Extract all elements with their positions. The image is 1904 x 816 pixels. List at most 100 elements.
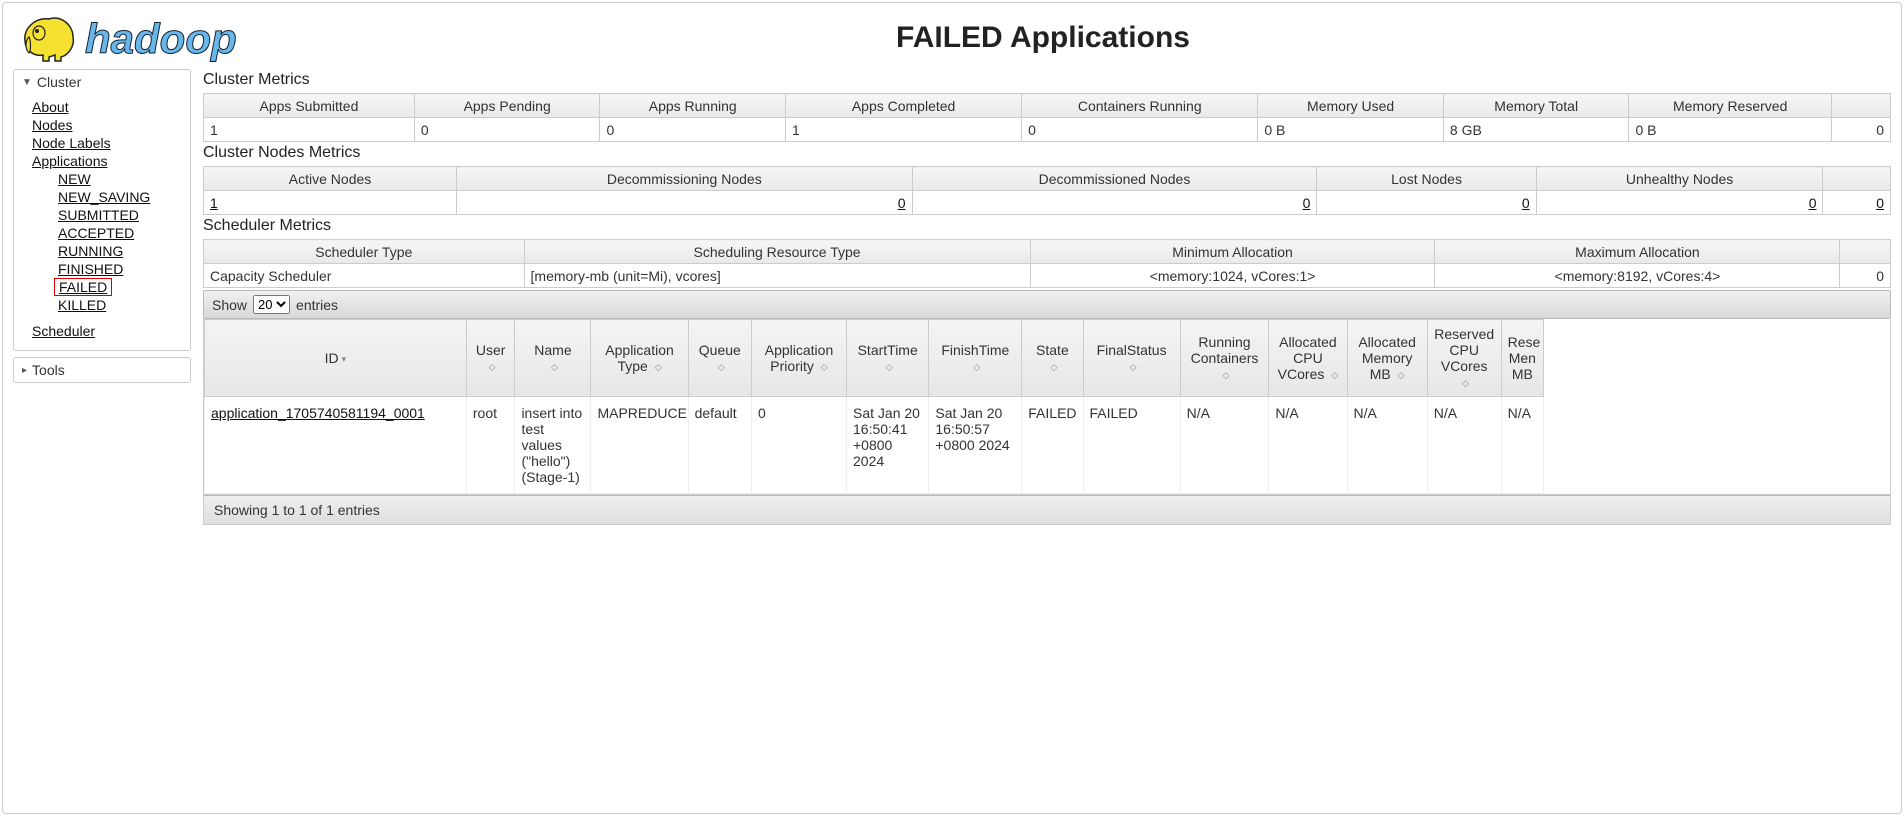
cm-v-completed: 1 — [786, 118, 1022, 142]
cm-v-submitted: 1 — [204, 118, 415, 142]
nm-v-decomming[interactable]: 0 — [898, 195, 906, 211]
apps-h-fstatus[interactable]: FinalStatus◇ — [1083, 320, 1180, 397]
cm-v-running: 0 — [600, 118, 786, 142]
cm-h-memreserved: Memory Reserved — [1629, 94, 1831, 118]
cm-h-pending: Apps Pending — [414, 94, 600, 118]
sort-icon: ◇ — [655, 363, 662, 372]
cm-h-memused: Memory Used — [1258, 94, 1444, 118]
sort-icon: ◇ — [551, 363, 558, 372]
sidebar-tools-panel: ▸ Tools — [13, 357, 191, 383]
sort-icon: ◇ — [1462, 379, 1469, 388]
apps-h-priority[interactable]: Application Priority ◇ — [751, 320, 846, 397]
app-finalstatus: FAILED — [1083, 397, 1180, 494]
nav-state-running[interactable]: RUNNING — [58, 242, 186, 260]
sort-icon: ◇ — [821, 363, 828, 372]
sidebar-cluster-title: Cluster — [37, 74, 81, 90]
cm-h-submitted: Apps Submitted — [204, 94, 415, 118]
sort-icon: ◇ — [1398, 371, 1405, 380]
sm-v-type: Capacity Scheduler — [204, 264, 525, 288]
dt-show-label: Show — [212, 297, 247, 313]
sort-icon: ◇ — [886, 363, 893, 372]
sm-v-extra: 0 — [1840, 264, 1891, 288]
sidebar-tools-title: Tools — [32, 362, 65, 378]
app-rcpu: N/A — [1427, 397, 1501, 494]
app-priority: 0 — [751, 397, 846, 494]
apps-h-finish[interactable]: FinishTime◇ — [929, 320, 1022, 397]
sm-h-extra — [1840, 240, 1891, 264]
apps-h-state[interactable]: State◇ — [1022, 320, 1083, 397]
nav-scheduler[interactable]: Scheduler — [32, 322, 95, 340]
sched-metrics-table: Scheduler Type Scheduling Resource Type … — [203, 239, 1891, 288]
cm-v-extra: 0 — [1831, 118, 1890, 142]
sidebar-cluster-header[interactable]: ▼ Cluster — [14, 70, 190, 94]
app-id-link[interactable]: application_1705740581194_0001 — [211, 405, 425, 421]
cm-v-memtotal: 8 GB — [1443, 118, 1629, 142]
table-row: 1 0 0 1 0 0 B 8 GB 0 B 0 — [204, 118, 1891, 142]
apps-h-rcpu[interactable]: Reserved CPU VCores◇ — [1427, 320, 1501, 397]
nav-state-accepted[interactable]: ACCEPTED — [58, 224, 186, 242]
sm-v-restype: [memory-mb (unit=Mi), vcores] — [524, 264, 1030, 288]
cm-h-running: Apps Running — [600, 94, 786, 118]
table-row: Capacity Scheduler [memory-mb (unit=Mi),… — [204, 264, 1891, 288]
apps-h-user[interactable]: User◇ — [466, 320, 515, 397]
nav-nodes[interactable]: Nodes — [32, 116, 186, 134]
app-mem: N/A — [1347, 397, 1427, 494]
sm-h-type: Scheduler Type — [204, 240, 525, 264]
dt-length-select[interactable]: 20 — [253, 295, 290, 314]
apps-h-mem[interactable]: Allocated Memory MB ◇ — [1347, 320, 1427, 397]
nm-h-lost: Lost Nodes — [1317, 167, 1536, 191]
apps-h-id[interactable]: ID▾ — [205, 320, 467, 397]
sort-icon: ◇ — [489, 363, 496, 372]
nm-v-unhealthy[interactable]: 0 — [1809, 195, 1817, 211]
sort-icon: ▾ — [342, 355, 347, 364]
hadoop-logo: hadoop — [19, 11, 315, 65]
sidebar-tools-header[interactable]: ▸ Tools — [14, 358, 190, 382]
apps-h-rc[interactable]: Running Containers◇ — [1180, 320, 1269, 397]
apps-h-cpu[interactable]: Allocated CPU VCores ◇ — [1269, 320, 1347, 397]
cm-h-containers: Containers Running — [1022, 94, 1258, 118]
nm-v-decommed[interactable]: 0 — [1303, 195, 1311, 211]
nm-h-extra — [1823, 167, 1891, 191]
dt-entries-label: entries — [296, 297, 338, 313]
nm-h-unhealthy: Unhealthy Nodes — [1536, 167, 1823, 191]
cm-v-memused: 0 B — [1258, 118, 1444, 142]
nm-v-extra[interactable]: 0 — [1876, 195, 1884, 211]
nav-node-labels[interactable]: Node Labels — [32, 134, 186, 152]
collapse-icon: ▼ — [22, 77, 32, 88]
apps-h-rmem[interactable]: Rese Men MB — [1501, 320, 1543, 397]
app-queue: default — [688, 397, 751, 494]
apps-h-start[interactable]: StartTime◇ — [847, 320, 929, 397]
app-cpu: N/A — [1269, 397, 1347, 494]
cm-v-memreserved: 0 B — [1629, 118, 1831, 142]
sm-h-restype: Scheduling Resource Type — [524, 240, 1030, 264]
sort-icon: ◇ — [973, 363, 980, 372]
nav-state-killed[interactable]: KILLED — [58, 296, 186, 314]
nav-state-new-saving[interactable]: NEW_SAVING — [58, 188, 186, 206]
nav-state-submitted[interactable]: SUBMITTED — [58, 206, 186, 224]
apps-h-name[interactable]: Name◇ — [515, 320, 591, 397]
nav-about[interactable]: About — [32, 98, 186, 116]
nav-state-new[interactable]: NEW — [58, 170, 186, 188]
cm-h-memtotal: Memory Total — [1443, 94, 1629, 118]
datatable-length-bar: Show 20 entries — [203, 290, 1891, 319]
nav-state-failed[interactable]: FAILED — [59, 278, 107, 296]
nm-v-active[interactable]: 1 — [210, 195, 218, 211]
hadoop-text-icon: hadoop — [85, 11, 315, 65]
cm-v-containers: 0 — [1022, 118, 1258, 142]
sort-icon: ◇ — [718, 363, 725, 372]
nav-state-finished[interactable]: FINISHED — [58, 260, 186, 278]
app-start: Sat Jan 20 16:50:41 +0800 2024 — [847, 397, 929, 494]
apps-h-queue[interactable]: Queue◇ — [688, 320, 751, 397]
app-user: root — [466, 397, 515, 494]
nm-h-active: Active Nodes — [204, 167, 457, 191]
sched-metrics-title: Scheduler Metrics — [203, 217, 1891, 235]
table-row: 1 0 0 0 0 0 — [204, 191, 1891, 215]
apps-h-apptype[interactable]: Application Type ◇ — [591, 320, 688, 397]
sidebar-cluster-panel: ▼ Cluster About Nodes Node Labels Applic… — [13, 69, 191, 351]
nodes-metrics-title: Cluster Nodes Metrics — [203, 144, 1891, 162]
app-state: FAILED — [1022, 397, 1083, 494]
nm-v-lost[interactable]: 0 — [1522, 195, 1530, 211]
sort-icon: ◇ — [1331, 371, 1338, 380]
datatable-info: Showing 1 to 1 of 1 entries — [203, 495, 1891, 525]
nav-applications[interactable]: Applications — [32, 152, 186, 170]
